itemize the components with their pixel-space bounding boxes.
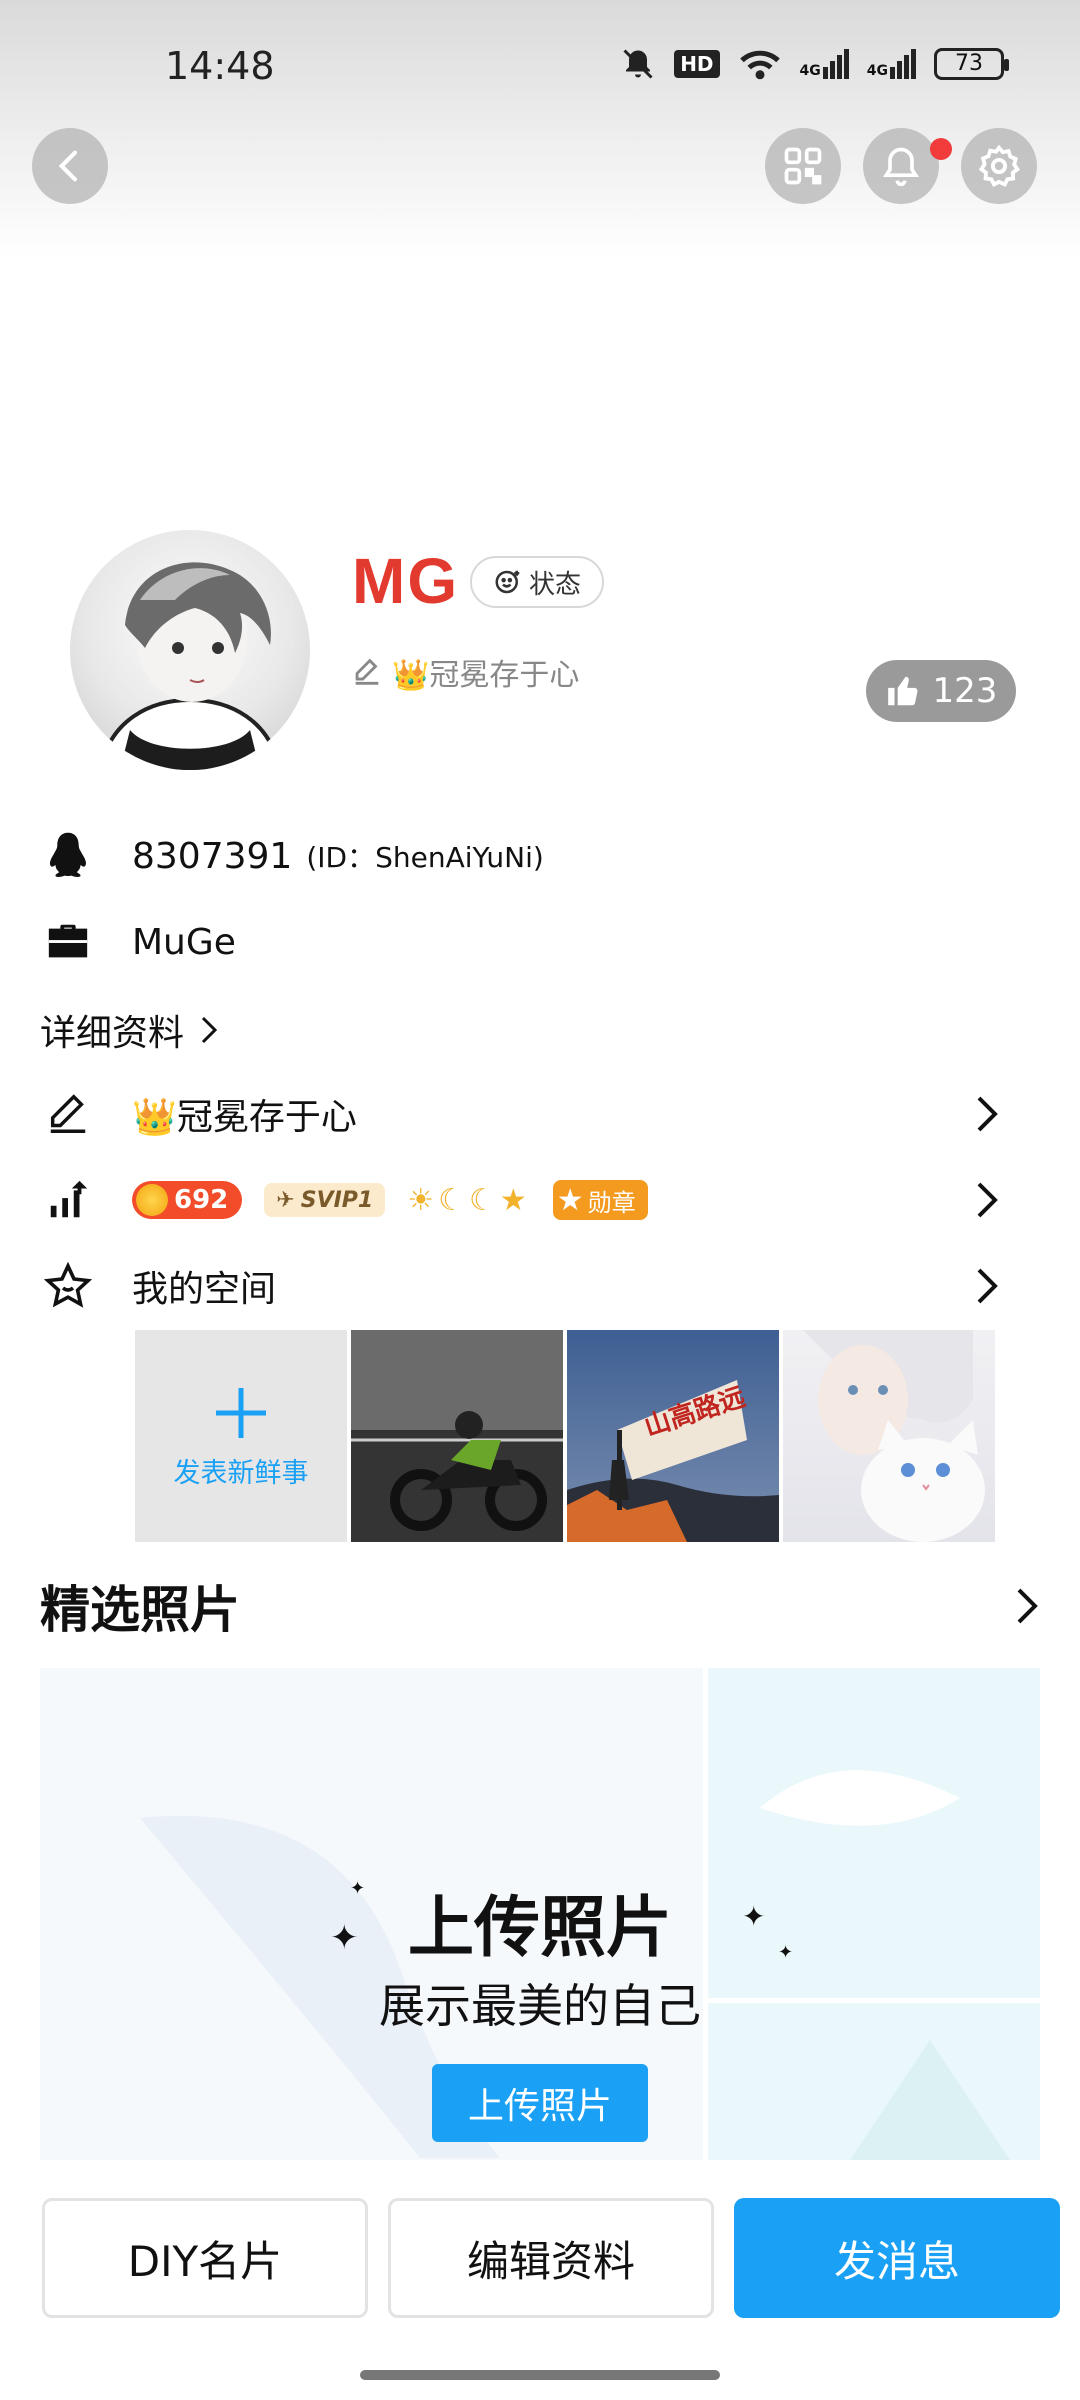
my-space-label: 我的空间	[132, 1269, 277, 1310]
company-row: MuGe	[40, 914, 1040, 970]
settings-button[interactable]	[961, 128, 1037, 204]
level-chart-icon	[50, 1180, 88, 1218]
pencil-icon	[50, 1094, 86, 1133]
signature-row-text: 👑冠冕存于心	[132, 1097, 357, 1138]
star-outline-icon	[44, 1262, 92, 1308]
header-background	[0, 0, 1080, 260]
chevron-right-icon	[977, 1268, 998, 1304]
space-photo-flag[interactable]: 山高路远	[567, 1330, 779, 1542]
chevron-left-icon	[58, 150, 78, 182]
gear-icon	[978, 144, 1021, 187]
svip-badge: ✈ SVIP1	[264, 1183, 386, 1217]
notifications-button[interactable]	[863, 128, 939, 204]
level-row[interactable]: 692 ✈ SVIP1 ☀☾☾★ ★ 勋章	[40, 1172, 1040, 1228]
avatar[interactable]	[70, 530, 310, 770]
qq-number-row: 8307391 (ID：ShenAiYuNi)	[40, 828, 1040, 884]
avatar-image	[97, 562, 283, 770]
coin-badge: 692	[132, 1181, 243, 1219]
chevron-right-icon	[977, 1182, 998, 1218]
signature-text: 👑冠冕存于心	[392, 658, 580, 693]
wifi-icon	[739, 50, 780, 80]
svip-label: SVIP1	[300, 1187, 374, 1213]
signature-row[interactable]: 👑冠冕存于心	[40, 1086, 1040, 1142]
smile-plus-icon	[495, 570, 520, 594]
post-new-button[interactable]: 发表新鲜事	[135, 1330, 347, 1542]
profile-name: MG	[352, 545, 460, 617]
qq-id: (ID：ShenAiYuNi)	[306, 841, 544, 874]
signature-line[interactable]: 👑冠冕存于心	[350, 650, 579, 694]
status-bar: 14:48 HD 4G 4G 73	[0, 40, 1080, 100]
briefcase-icon	[48, 924, 88, 958]
upload-heading: 上传照片	[408, 1889, 672, 1966]
upload-photo-button[interactable]: 上传照片	[432, 2064, 648, 2142]
back-button[interactable]	[32, 128, 108, 204]
company-name: MuGe	[132, 921, 236, 963]
hd-badge: HD	[674, 50, 720, 78]
chevron-right-icon	[977, 1096, 998, 1132]
level-icons: ☀☾☾★	[407, 1182, 531, 1218]
medal-badge: ★ 勋章	[552, 1180, 648, 1220]
details-label: 详细资料	[40, 1013, 185, 1054]
chevron-right-icon[interactable]	[1014, 1586, 1040, 1626]
medal-star-icon: ★	[556, 1182, 584, 1218]
status-label: 状态	[528, 569, 581, 600]
battery-icon: 73	[934, 48, 1009, 80]
diy-card-button[interactable]: DIY名片	[42, 2198, 368, 2318]
bell-icon	[882, 147, 920, 187]
signal-4g-icon: 4G	[800, 49, 849, 79]
send-message-button[interactable]: 发消息	[734, 2198, 1060, 2318]
cat-image	[803, 1330, 985, 1542]
my-space-row[interactable]: 我的空间	[40, 1258, 1040, 1314]
plus-icon	[216, 1387, 266, 1438]
penguin-icon	[49, 832, 87, 877]
thumbs-up-icon	[887, 676, 918, 706]
pencil-icon	[355, 658, 379, 685]
space-photo-cat[interactable]	[783, 1330, 995, 1542]
upload-subheading: 展示最美的自己	[379, 1979, 701, 2033]
notification-dot	[930, 138, 952, 160]
signal-4g-icon-2: 4G	[867, 49, 916, 79]
space-photo-motorcycle[interactable]	[351, 1330, 563, 1542]
home-indicator[interactable]	[360, 2370, 720, 2380]
likes-button[interactable]: 123	[866, 660, 1016, 722]
flag-image: 山高路远	[567, 1380, 779, 1542]
featured-photos-title: 精选照片	[40, 1581, 240, 1639]
edit-profile-button[interactable]: 编辑资料	[388, 2198, 714, 2318]
qq-number: 8307391	[132, 835, 293, 877]
coin-icon	[136, 1184, 168, 1216]
space-thumbnails: 发表新鲜事 山高路远	[135, 1330, 995, 1542]
status-button[interactable]: 状态	[470, 556, 604, 608]
likes-count: 123	[932, 671, 998, 711]
motorcycle-image	[351, 1330, 563, 1542]
upload-photos-card: ✦ ✦ ✦ ✦ 上传照片 展示最美的自己 上传照片	[40, 1668, 1040, 2160]
status-time: 14:48	[165, 44, 275, 88]
chevron-right-icon	[201, 1016, 218, 1044]
post-new-label: 发表新鲜事	[173, 1457, 309, 1489]
mute-bell-icon	[623, 49, 653, 79]
qr-code-icon	[784, 147, 822, 185]
qr-code-button[interactable]	[765, 128, 841, 204]
medal-label: 勋章	[587, 1188, 636, 1217]
coin-count: 692	[174, 1185, 229, 1215]
details-link[interactable]: 详细资料	[40, 1004, 220, 1056]
